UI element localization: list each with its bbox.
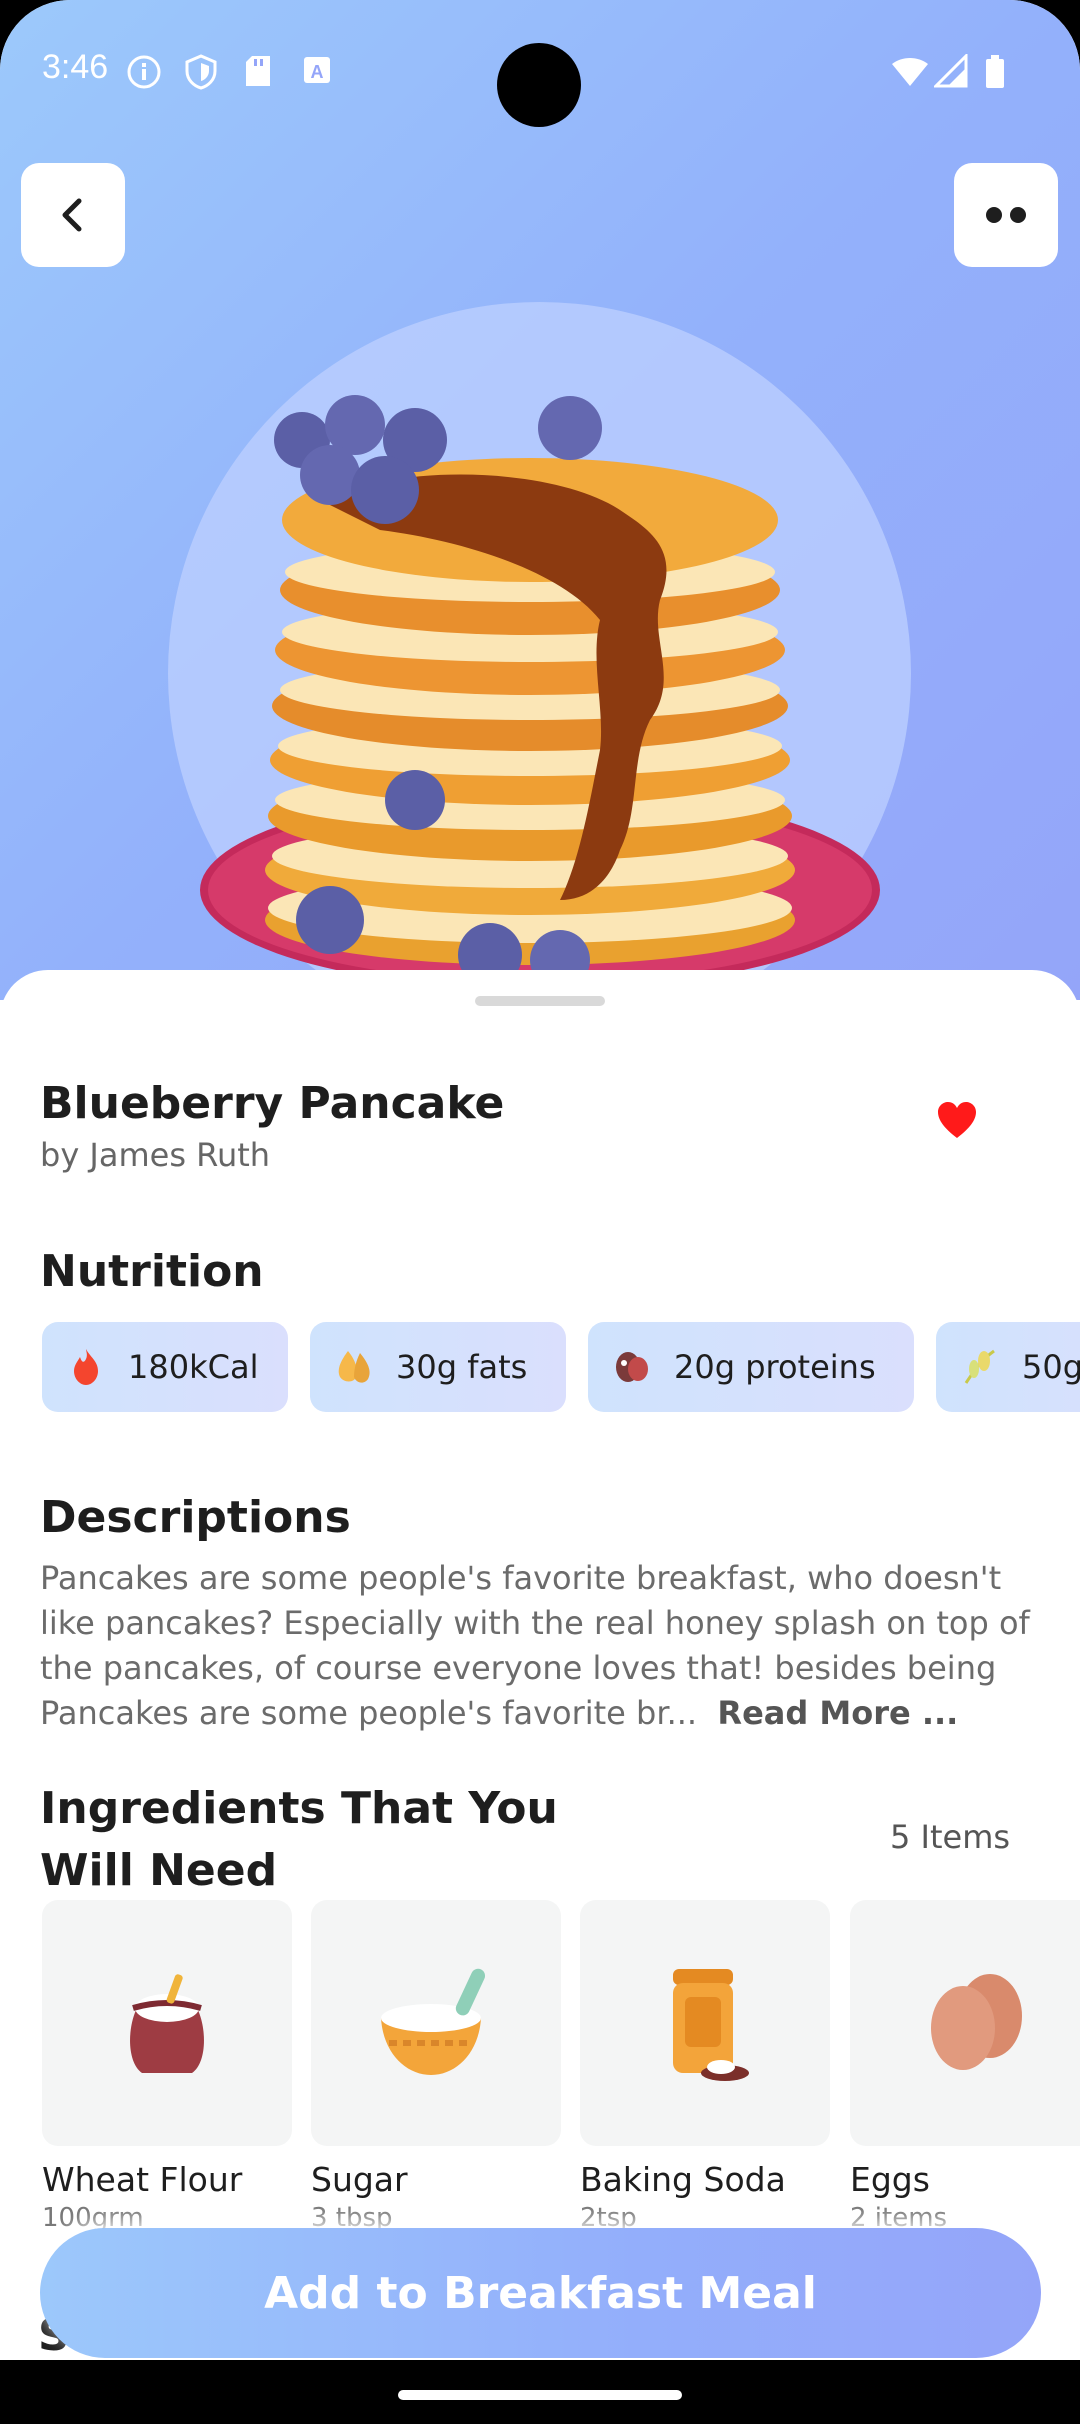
- sugar-bowl-icon: [381, 1968, 486, 2075]
- ingredient-name: Sugar: [311, 2160, 408, 2199]
- back-button[interactable]: [21, 163, 125, 267]
- read-more-link[interactable]: Read More ...: [717, 1694, 958, 1732]
- ingredients-list: Wheat Flour 100grm Sugar 3 tbsp Baking S…: [40, 1900, 1080, 2233]
- keyboard-icon: A: [302, 54, 332, 93]
- nutrition-chips: 180kCal 30g fats 20g proteins 50g: [40, 1322, 1080, 1412]
- recipe-detail-screen: 3:46 A Blueberry Pancake by James Ruth N…: [0, 0, 1080, 2360]
- hero-banner: 3:46 A: [0, 0, 1080, 1045]
- recipe-author: by James Ruth: [40, 1136, 271, 1174]
- signal-icon: [932, 52, 968, 95]
- fat-drop-icon: [338, 1351, 370, 1383]
- battery-icon: [984, 54, 1006, 97]
- ingredient-image: [580, 1900, 830, 2146]
- eggs-icon: [931, 1974, 1022, 2070]
- protein-icon: [616, 1352, 648, 1382]
- nutrition-chip-fats[interactable]: 30g fats: [310, 1322, 566, 1412]
- more-options-button[interactable]: [954, 163, 1058, 267]
- descriptions-title: Descriptions: [40, 1492, 351, 1543]
- nutrition-title: Nutrition: [40, 1246, 264, 1297]
- nutrition-chip-carbs[interactable]: 50g: [936, 1322, 1080, 1412]
- home-gesture-handle[interactable]: [398, 2390, 682, 2400]
- shield-icon: [184, 54, 218, 97]
- ingredient-name: Wheat Flour: [42, 2160, 243, 2199]
- ingredients-count: 5 Items: [890, 1818, 1011, 1856]
- sd-card-icon: [244, 54, 272, 95]
- system-navigation-bar: [0, 2360, 1080, 2424]
- ingredients-title: Ingredients That You Will Need: [40, 1783, 558, 1896]
- nutrition-chip-proteins[interactable]: 20g proteins: [588, 1322, 914, 1412]
- ingredient-card[interactable]: Sugar 3 tbsp: [311, 1900, 561, 2233]
- sheet-drag-handle[interactable]: [475, 996, 605, 1006]
- ingredient-card[interactable]: Wheat Flour 100grm: [42, 1900, 292, 2233]
- more-dots-icon: [986, 207, 1026, 223]
- baking-soda-jar-icon: [673, 1969, 749, 2081]
- info-icon: [126, 54, 162, 97]
- chevron-left-icon: [62, 198, 82, 232]
- ingredient-name: Eggs: [850, 2160, 930, 2199]
- front-camera: [497, 43, 581, 127]
- ingredient-card[interactable]: Eggs 2 items: [850, 1900, 1080, 2233]
- heart-icon[interactable]: [936, 1100, 978, 1140]
- svg-text:A: A: [311, 62, 324, 82]
- pancake-stack-illustration: [265, 395, 795, 980]
- ingredient-name: Baking Soda: [580, 2160, 786, 2199]
- nutrition-chip-calories[interactable]: 180kCal: [42, 1322, 288, 1412]
- description-text: Pancakes are some people's favorite brea…: [40, 1556, 1040, 1736]
- nutrition-chip-label: 50g: [1022, 1348, 1080, 1386]
- carbs-icon: [964, 1349, 995, 1384]
- ingredient-image: [311, 1900, 561, 2146]
- ingredient-image: [42, 1900, 292, 2146]
- add-to-breakfast-button[interactable]: Add to Breakfast Meal: [40, 2228, 1041, 2358]
- nutrition-chip-label: 20g proteins: [674, 1348, 876, 1386]
- recipe-title: Blueberry Pancake: [40, 1078, 505, 1129]
- status-time: 3:46: [42, 48, 109, 86]
- wifi-icon: [890, 54, 930, 95]
- nutrition-chip-label: 30g fats: [396, 1348, 528, 1386]
- flour-sack-icon: [130, 1974, 204, 2073]
- nutrition-chip-label: 180kCal: [128, 1348, 259, 1386]
- ingredient-image: [850, 1900, 1080, 2146]
- ingredient-card[interactable]: Baking Soda 2tsp: [580, 1900, 830, 2233]
- fire-icon: [74, 1349, 98, 1385]
- recipe-details-sheet: Blueberry Pancake by James Ruth Nutritio…: [0, 970, 1080, 2360]
